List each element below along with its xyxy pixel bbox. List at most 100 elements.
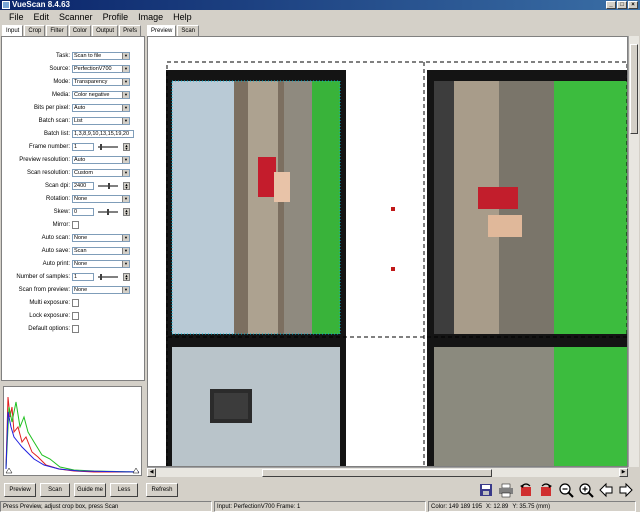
batch-scan-select[interactable]: List ▼ xyxy=(72,117,130,125)
close-button[interactable]: × xyxy=(628,1,638,9)
media-select[interactable]: Color negative ▼ xyxy=(72,91,130,99)
rotation-select[interactable]: None ▼ xyxy=(72,195,130,203)
frame-number-spinner[interactable]: ▲ ▼ xyxy=(123,143,130,151)
mode-label: Mode: xyxy=(53,79,70,85)
menu-image[interactable]: Image xyxy=(133,12,168,22)
default-options-checkbox[interactable] xyxy=(72,325,79,333)
scan-dpi-input[interactable]: 2400 xyxy=(72,182,94,190)
menu-help[interactable]: Help xyxy=(168,12,197,22)
zoom-out-icon[interactable] xyxy=(558,482,574,498)
mode-row: Mode: Transparency ▼ xyxy=(2,78,146,87)
refresh-button[interactable]: Refresh xyxy=(146,483,178,497)
auto-scan-label: Auto scan: xyxy=(41,235,70,241)
tab-filter[interactable]: Filter xyxy=(46,25,68,36)
lock-exposure-row: Lock exposure: xyxy=(2,312,146,321)
num-samples-row: Number of samples: 1 ▲ ▼ xyxy=(2,273,146,282)
scan-dpi-spinner[interactable]: ▲ ▼ xyxy=(123,182,130,190)
menu-file[interactable]: File xyxy=(4,12,29,22)
preview-res-row: Preview resolution: Auto ▼ xyxy=(2,156,146,165)
num-samples-slider[interactable] xyxy=(98,274,118,280)
skew-spinner[interactable]: ▲ ▼ xyxy=(123,208,130,216)
rotate-left-icon[interactable] xyxy=(518,482,534,498)
task-row: Task: Scan to file ▼ xyxy=(2,52,146,61)
task-select[interactable]: Scan to file ▼ xyxy=(72,52,130,60)
auto-print-select[interactable]: None ▼ xyxy=(72,260,130,268)
preview-res-select[interactable]: Auto ▼ xyxy=(72,156,130,164)
zoom-in-icon[interactable] xyxy=(578,482,594,498)
slider-knob[interactable] xyxy=(100,274,102,280)
tab-color[interactable]: Color xyxy=(68,25,92,36)
scan-button[interactable]: Scan xyxy=(40,483,70,497)
film-preview-image[interactable] xyxy=(148,37,628,467)
scan-dpi-slider[interactable] xyxy=(98,183,118,189)
maximize-button[interactable]: □ xyxy=(617,1,627,9)
scan-res-select[interactable]: Custom ▼ xyxy=(72,169,130,177)
bottom-toolbar: Preview Scan Guide me Less Refresh xyxy=(0,480,640,500)
minimize-button[interactable]: _ xyxy=(606,1,616,9)
source-select[interactable]: PerfectionV700 ▼ xyxy=(72,65,130,73)
menu-profile[interactable]: Profile xyxy=(98,12,134,22)
print-icon[interactable] xyxy=(498,482,514,498)
media-label: Media: xyxy=(51,92,70,98)
histogram-panel xyxy=(3,386,142,476)
menu-bar: File Edit Scanner Profile Image Help xyxy=(0,10,640,23)
media-row: Media: Color negative ▼ xyxy=(2,91,146,100)
auto-scan-row: Auto scan: None ▼ xyxy=(2,234,146,243)
slider-knob[interactable] xyxy=(107,209,109,215)
tab-output[interactable]: Output xyxy=(92,25,119,36)
slider-knob[interactable] xyxy=(108,183,110,189)
rotate-right-icon[interactable] xyxy=(538,482,554,498)
mirror-checkbox[interactable] xyxy=(72,221,79,229)
bits-label: Bits per pixel: xyxy=(33,105,70,111)
skew-slider[interactable] xyxy=(98,209,118,215)
batch-list-input[interactable]: 1,3,8,9,10,13,15,19,20 xyxy=(72,130,134,138)
window-title: VueScan 8.4.63 xyxy=(12,0,70,9)
num-samples-input[interactable]: 1 xyxy=(72,273,94,281)
preview-button[interactable]: Preview xyxy=(4,483,36,497)
scroll-left-arrow[interactable]: ◀ xyxy=(147,468,156,477)
chevron-down-icon: ▼ xyxy=(122,92,129,98)
crop-handle[interactable] xyxy=(391,207,395,211)
chevron-down-icon: ▼ xyxy=(122,157,129,163)
less-button[interactable]: Less xyxy=(110,483,138,497)
preview-pane[interactable] xyxy=(147,36,628,467)
auto-scan-select[interactable]: None ▼ xyxy=(72,234,130,242)
forward-arrow-icon[interactable] xyxy=(618,482,634,498)
horizontal-scroll-thumb[interactable] xyxy=(262,469,492,477)
mode-select[interactable]: Transparency ▼ xyxy=(72,78,130,86)
lock-exposure-label: Lock exposure: xyxy=(29,313,70,319)
slider-knob[interactable] xyxy=(100,144,102,150)
mirror-row: Mirror: xyxy=(2,221,146,230)
frame-number-input[interactable]: 1 xyxy=(72,143,94,151)
chevron-down-icon: ▼ xyxy=(122,196,129,202)
multi-exposure-checkbox[interactable] xyxy=(72,299,79,307)
scroll-right-arrow[interactable]: ▶ xyxy=(619,468,628,477)
default-options-row: Default options: xyxy=(2,325,146,334)
status-bar: Press Preview, adjust crop box, press Sc… xyxy=(0,501,640,512)
tab-crop[interactable]: Crop xyxy=(24,25,46,36)
vertical-scrollbar[interactable] xyxy=(628,36,639,467)
menu-edit[interactable]: Edit xyxy=(29,12,55,22)
tab-prefs[interactable]: Prefs xyxy=(119,25,142,36)
crop-handle[interactable] xyxy=(391,267,395,271)
menu-scanner[interactable]: Scanner xyxy=(54,12,98,22)
save-icon[interactable] xyxy=(478,482,494,498)
skew-input[interactable]: 0 xyxy=(72,208,94,216)
vertical-scroll-thumb[interactable] xyxy=(630,44,638,134)
auto-save-select[interactable]: Scan ▼ xyxy=(72,247,130,255)
scan-from-preview-select[interactable]: None ▼ xyxy=(72,286,130,294)
num-samples-spinner[interactable]: ▲ ▼ xyxy=(123,273,130,281)
guide-me-button[interactable]: Guide me xyxy=(74,483,106,497)
frame-number-slider[interactable] xyxy=(98,144,118,150)
scan-res-label: Scan resolution: xyxy=(26,170,70,176)
horizontal-scrollbar[interactable]: ◀ ▶ xyxy=(147,467,628,477)
white-point-marker[interactable] xyxy=(132,467,140,474)
chevron-down-icon: ▼ xyxy=(122,170,129,176)
bits-select[interactable]: Auto ▼ xyxy=(72,104,130,112)
task-label: Task: xyxy=(55,53,70,59)
lock-exposure-checkbox[interactable] xyxy=(72,312,79,320)
back-arrow-icon[interactable] xyxy=(598,482,614,498)
auto-save-label: Auto save: xyxy=(41,248,70,254)
tab-scan[interactable]: Scan xyxy=(177,25,200,36)
black-point-marker[interactable] xyxy=(5,467,13,474)
